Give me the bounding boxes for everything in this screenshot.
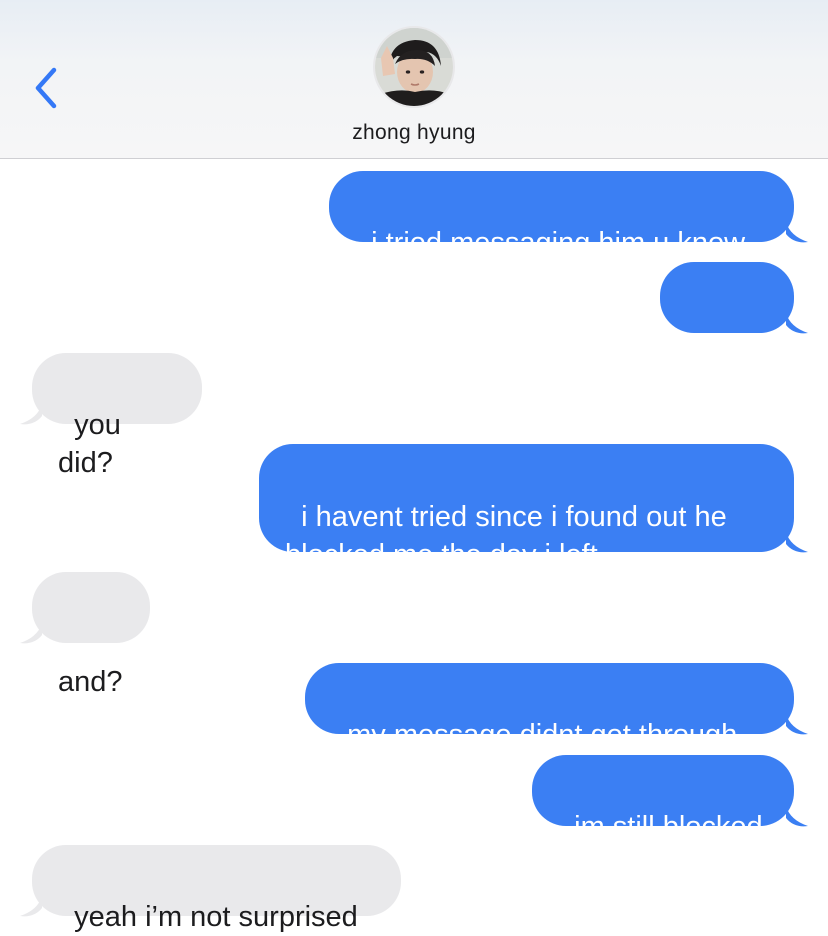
avatar-photo <box>375 28 453 106</box>
bubble-tail <box>20 404 42 425</box>
message-bubble-sent[interactable]: im still blocked <box>532 755 794 843</box>
message-text: i havent tried since i found out he bloc… <box>285 501 727 571</box>
bubble-tail <box>786 714 808 735</box>
contact-avatar[interactable] <box>373 26 455 108</box>
message-text: im still blocked <box>574 811 763 843</box>
message-bubble-sent[interactable]: hyuck <box>660 262 794 388</box>
bubble-tail <box>786 313 808 334</box>
bubble-tail <box>20 896 42 917</box>
message-bubble-sent[interactable]: my message didnt get through <box>305 663 794 751</box>
message-text: and? <box>58 666 123 698</box>
conversation-header: zhong hyung <box>0 0 828 159</box>
message-text: you did? <box>58 409 129 479</box>
contact-name[interactable]: zhong hyung <box>0 121 828 145</box>
message-text: hyuck <box>686 356 762 388</box>
message-bubble-received[interactable]: you did? <box>32 353 202 479</box>
message-bubble-sent[interactable]: i havent tried since i found out he bloc… <box>259 444 794 571</box>
bubble-tail <box>786 222 808 243</box>
bubble-tail <box>786 532 808 553</box>
back-button[interactable] <box>30 66 64 110</box>
bubble-tail <box>786 806 808 827</box>
message-text: yeah i’m not surprised <box>74 901 358 933</box>
message-bubble-received[interactable]: and? <box>32 572 150 698</box>
chevron-left-icon <box>35 67 57 109</box>
message-bubble-sent[interactable]: i tried messaging him u know <box>329 171 794 259</box>
message-text: my message didnt get through <box>347 719 738 751</box>
message-bubble-received[interactable]: yeah i’m not surprised <box>32 845 401 933</box>
message-text: i tried messaging him u know <box>371 227 746 259</box>
bubble-tail <box>20 623 42 644</box>
